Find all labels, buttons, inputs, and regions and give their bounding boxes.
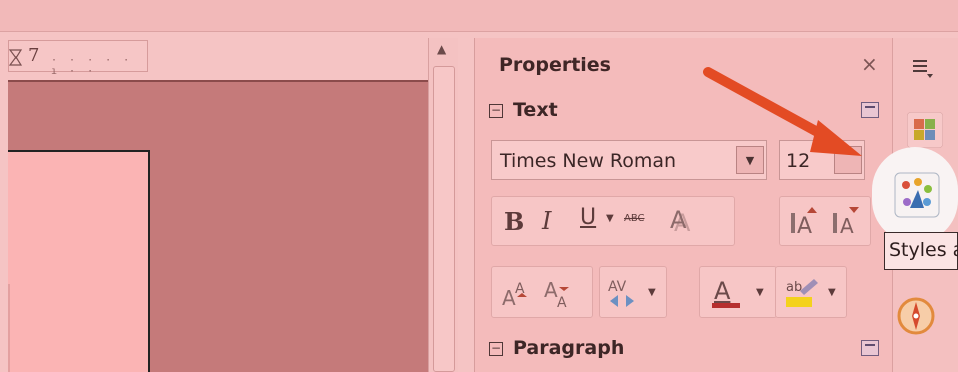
top-toolbar-area [0,0,958,32]
ruler-number: 7 [28,45,40,66]
underline-button[interactable]: U [580,205,596,230]
more-options-icon[interactable] [861,340,879,356]
spacing-dropdown-icon[interactable]: ▼ [648,287,656,298]
shadow-text-icon[interactable]: A A [668,207,698,235]
strikethrough-button[interactable]: ABC [624,213,645,224]
document-page[interactable] [8,150,150,372]
highlight-group: ab ▼ [775,266,847,318]
svg-text:ab: ab [786,280,802,295]
highlight-dropdown-icon[interactable]: ▼ [828,287,836,298]
svg-text:A: A [670,207,687,234]
annotation-arrow-icon [703,67,862,156]
styles-tab-icon[interactable] [894,172,940,218]
canvas-edge [8,284,10,372]
section-paragraph-header[interactable]: − Paragraph [483,334,879,366]
ruler-ticks: · · · · · ı · · [51,55,133,77]
svg-text:A: A [557,295,567,309]
superscript-icon[interactable]: A A [500,277,540,309]
font-color-dropdown-icon[interactable]: ▼ [756,287,764,298]
document-canvas[interactable] [8,80,428,372]
section-paragraph-label: Paragraph [513,337,625,359]
svg-text:A: A [797,214,812,237]
italic-button[interactable]: I [542,207,551,235]
font-color-group: A ▼ [699,266,777,318]
svg-text:A: A [502,286,516,309]
navigator-tab-icon[interactable] [896,296,936,336]
font-name-value: Times New Roman [500,150,677,172]
highlight-icon[interactable]: ab [784,275,820,311]
collapse-icon[interactable]: − [489,104,503,118]
tooltip: Styles a [884,232,958,270]
scroll-up-icon[interactable]: ▲ [437,42,446,56]
svg-text:AV: AV [608,279,627,295]
svg-text:A: A [544,278,558,302]
scrollbar-thumb[interactable] [433,66,455,372]
character-spacing-icon[interactable]: AV [606,275,642,311]
panel-title: Properties [499,54,611,76]
properties-tab-icon[interactable] [907,112,943,148]
sidebar-menu-icon[interactable] [911,56,935,80]
increase-font-icon[interactable]: A [788,205,822,237]
horizontal-ruler[interactable]: 7 · · · · · ı · · [8,40,148,77]
decrease-font-icon[interactable]: A [830,205,864,237]
subscript-icon[interactable]: A A [542,277,582,309]
vertical-scrollbar[interactable]: ▲ [428,38,458,372]
font-color-icon[interactable]: A [710,275,744,311]
section-text-label: Text [513,99,558,121]
svg-text:A: A [840,214,854,237]
collapse-icon[interactable]: − [489,342,503,356]
superscript-group: A A A A [491,266,593,318]
tooltip-text: Styles a [889,239,958,261]
bold-button[interactable]: B [504,207,524,236]
svg-text:A: A [714,277,731,305]
basic-format-group: B I U ▼ ABC A A [491,196,735,246]
spacing-group: AV ▼ [599,266,667,318]
text-size-group: A A [779,196,871,246]
underline-dropdown-icon[interactable]: ▼ [606,213,614,224]
